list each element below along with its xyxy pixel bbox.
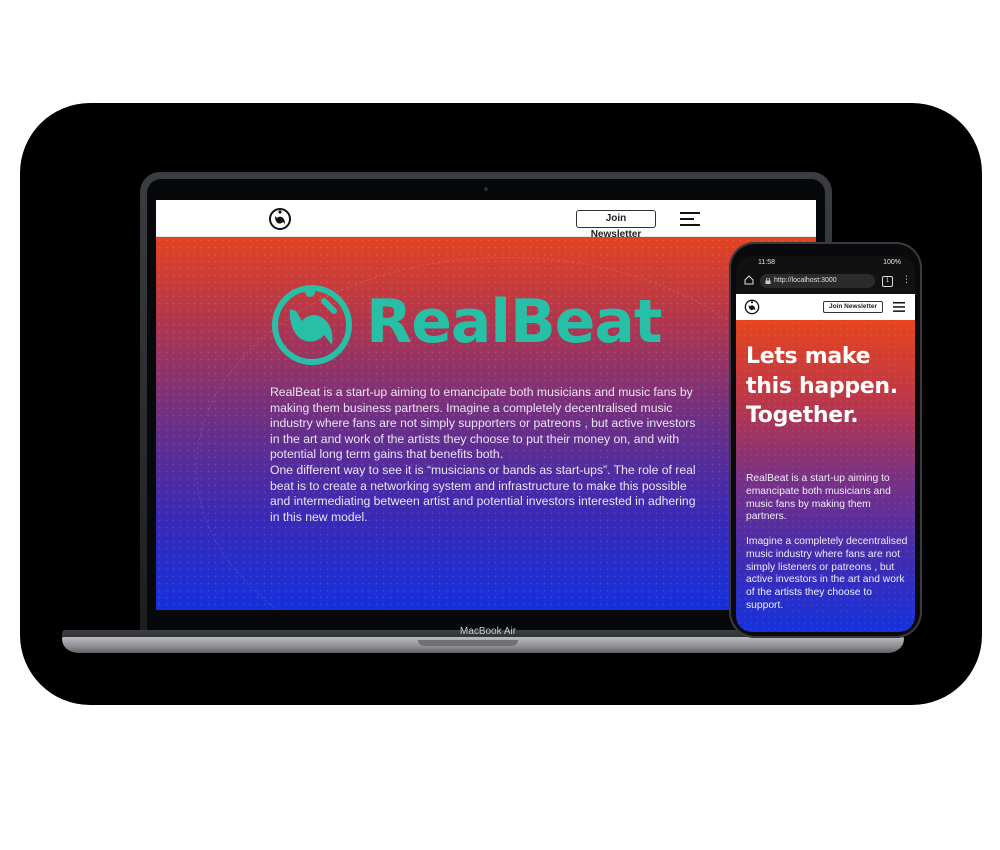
laptop-model-label: MacBook Air	[459, 626, 517, 637]
hamburger-menu-icon[interactable]	[893, 302, 905, 312]
laptop-intro-text: RealBeat is a start-up aiming to emancip…	[270, 385, 700, 525]
laptop-navbar: Join Newsletter	[156, 200, 816, 240]
realbeat-logo-icon[interactable]	[268, 207, 292, 231]
brand-name: RealBeat	[366, 287, 663, 357]
laptop-hero: RealBeat RealBeat is a start-up aiming t…	[156, 237, 816, 610]
phone-screen: 11:58 100% http://localhost:3000 1 ⋮ Joi…	[736, 256, 915, 632]
join-newsletter-button[interactable]: Join Newsletter	[576, 210, 656, 240]
brand-lockup: RealBeat	[270, 277, 710, 367]
phone-navbar: Join Newsletter	[736, 294, 915, 320]
phone-paragraph-2: Imagine a completely decentralised music…	[746, 536, 908, 611]
hamburger-menu-icon[interactable]	[680, 211, 702, 227]
status-time: 11:58	[758, 259, 775, 266]
realbeat-logo-icon[interactable]	[744, 299, 760, 315]
address-url: http://localhost:3000	[774, 277, 837, 284]
browser-toolbar: http://localhost:3000 1 ⋮	[736, 270, 915, 292]
home-icon[interactable]	[744, 275, 754, 285]
intro-paragraph-2: One different way to see it is “musician…	[270, 462, 696, 524]
address-bar[interactable]: http://localhost:3000	[760, 274, 875, 288]
intro-paragraph-1: RealBeat is a start-up aiming to emancip…	[270, 385, 696, 462]
tab-switcher-icon[interactable]: 1	[882, 276, 893, 287]
laptop-notch	[418, 640, 518, 646]
realbeat-brand-logo-icon	[272, 285, 352, 365]
phone-hero: Lets make this happen. Together. RealBea…	[736, 320, 915, 632]
join-newsletter-button[interactable]: Join Newsletter	[823, 301, 883, 313]
device-mockup: Join Newsletter RealBeat RealBeat is a s…	[0, 0, 1000, 850]
laptop-screen: Join Newsletter RealBeat RealBeat is a s…	[156, 200, 816, 610]
phone-paragraph-1: RealBeat is a start-up aiming to emancip…	[746, 473, 891, 523]
status-battery: 100%	[883, 259, 901, 266]
phone-headline: Lets make this happen. Together.	[746, 344, 898, 428]
lock-icon	[765, 278, 771, 284]
laptop-camera	[484, 187, 488, 191]
more-options-icon[interactable]: ⋮	[902, 274, 911, 286]
phone-status-bar: 11:58 100%	[736, 256, 915, 270]
